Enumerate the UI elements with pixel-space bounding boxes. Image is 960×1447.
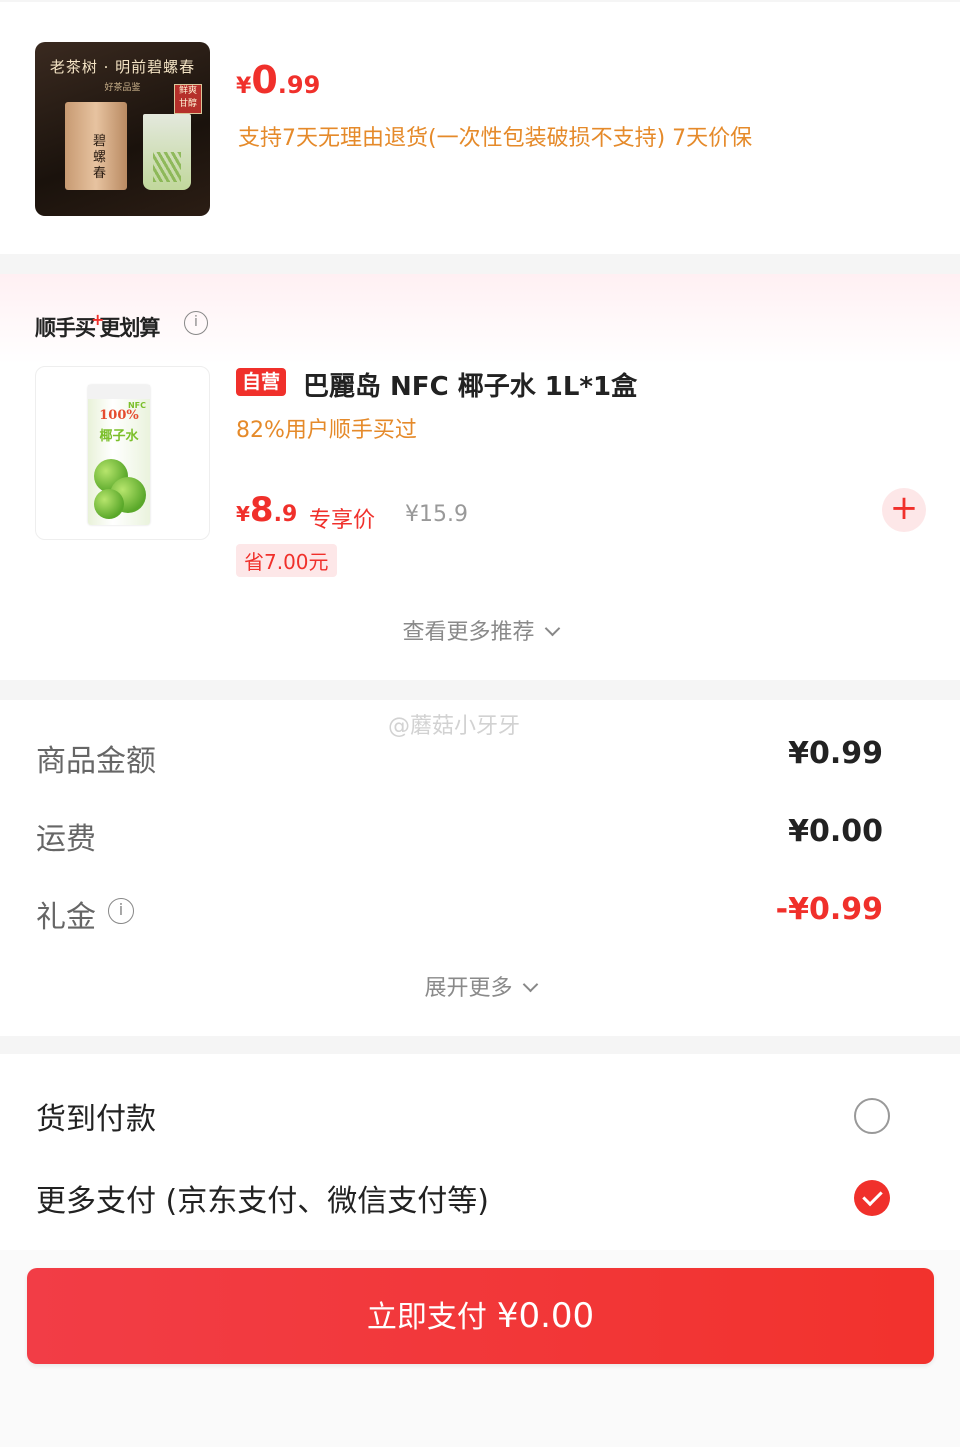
summary-value: -¥0.99 (775, 892, 883, 927)
price-decimal: .9 (273, 502, 298, 527)
price-integer: 0 (251, 58, 278, 102)
payment-option-more[interactable]: 更多支付 (京东支付、微信支付等) (36, 1176, 890, 1220)
coconut-water-image[interactable]: NFC 100% 椰子水 (35, 366, 210, 540)
chevron-down-icon (522, 976, 538, 993)
radio-unchecked-icon[interactable] (854, 1098, 890, 1134)
carton-graphic: NFC 100% 椰子水 (88, 385, 150, 525)
tea-image-title: 老茶树 · 明前碧螺春 (49, 58, 196, 76)
summary-label: 商品金额 (36, 744, 156, 779)
pay-now-label: 立即支付 (366, 1300, 487, 1335)
exclusive-price-label: 专享价 (309, 508, 376, 533)
product-price: ¥0.99 (236, 58, 320, 102)
view-more-recommendations-link[interactable]: 查看更多推荐 (0, 614, 960, 646)
add-on-recommendation-card: 顺手买+更划算 i NFC 100% 椰子水 自营 巴麗岛 NFC 椰子水 1L… (0, 274, 960, 680)
view-more-label: 查看更多推荐 (402, 620, 535, 645)
tea-bag-text: 碧螺春 (93, 134, 107, 181)
purchase-rate-text: 82%用户顺手买过 (236, 418, 417, 443)
add-to-order-button[interactable]: + (882, 488, 926, 532)
recommended-product-name[interactable]: 巴麗岛 NFC 椰子水 1L*1盒 (303, 366, 637, 403)
price-currency: ¥ (236, 74, 252, 99)
pay-now-button[interactable]: 立即支付 ¥0.00 (27, 1268, 934, 1364)
tea-badge: 鲜爽甘醇 (174, 84, 202, 114)
savings-badge: 省7.00元 (236, 544, 337, 577)
summary-label: 运费 (36, 822, 96, 857)
coconut-graphic (94, 489, 124, 519)
price-decimal: .99 (277, 71, 321, 99)
carton-percent: 100% (99, 408, 139, 423)
carton-name: 椰子水 (99, 429, 139, 444)
payment-option-label: 货到付款 (36, 1102, 156, 1137)
info-icon[interactable]: i (184, 311, 208, 335)
summary-row-shipping: 运费 ¥0.00 (36, 814, 883, 857)
summary-row-gift-credit: 礼金 i -¥0.99 (36, 892, 883, 935)
expand-more-label: 展开更多 (424, 976, 513, 1001)
recommendation-title-plus: + (91, 310, 104, 329)
tea-leaf-graphic (153, 152, 181, 182)
summary-row-goods: 商品金额 ¥0.99 (36, 736, 883, 779)
expand-more-link[interactable]: 展开更多 (0, 970, 960, 1002)
payment-option-label: 更多支付 (京东支付、微信支付等) (36, 1184, 489, 1219)
self-operated-badge: 自营 (236, 368, 287, 396)
payment-option-cod[interactable]: 货到付款 (36, 1094, 890, 1138)
info-icon[interactable]: i (108, 898, 134, 924)
summary-value: ¥0.99 (788, 736, 883, 771)
price-integer: 8 (249, 490, 274, 530)
summary-label: 礼金 (36, 900, 96, 935)
recommendation-title-part1: 顺手买 (35, 316, 96, 340)
recommendation-title-part2: 更划算 (99, 316, 160, 340)
chevron-down-icon (544, 620, 560, 637)
service-guarantee-note[interactable]: 支持7天无理由退货(一次性包装破损不支持) 7天价保 (238, 120, 752, 152)
order-product-card: 老茶树 · 明前碧螺春 好茶品鉴 碧螺春 鲜爽甘醇 ¥0.99 支持7天无理由退… (0, 2, 960, 254)
radio-checked-icon[interactable] (854, 1180, 890, 1216)
tea-product-image[interactable]: 老茶树 · 明前碧螺春 好茶品鉴 碧螺春 鲜爽甘醇 (35, 42, 210, 216)
recommended-price: ¥8.9 (236, 490, 297, 530)
payment-method-card: 货到付款 更多支付 (京东支付、微信支付等) (0, 1054, 960, 1250)
order-summary-card: @蘑菇小牙牙 商品金额 ¥0.99 运费 ¥0.00 礼金 i -¥0.99 展… (0, 700, 960, 1036)
checkout-bar: 立即支付 ¥0.00 (0, 1250, 960, 1447)
original-price: ¥15.9 (405, 502, 468, 527)
carton-top (88, 385, 150, 399)
pay-amount: ¥0.00 (496, 1296, 595, 1336)
summary-value: ¥0.00 (788, 814, 883, 849)
recommendation-title: 顺手买+更划算 (35, 310, 160, 342)
price-currency: ¥ (236, 502, 250, 526)
